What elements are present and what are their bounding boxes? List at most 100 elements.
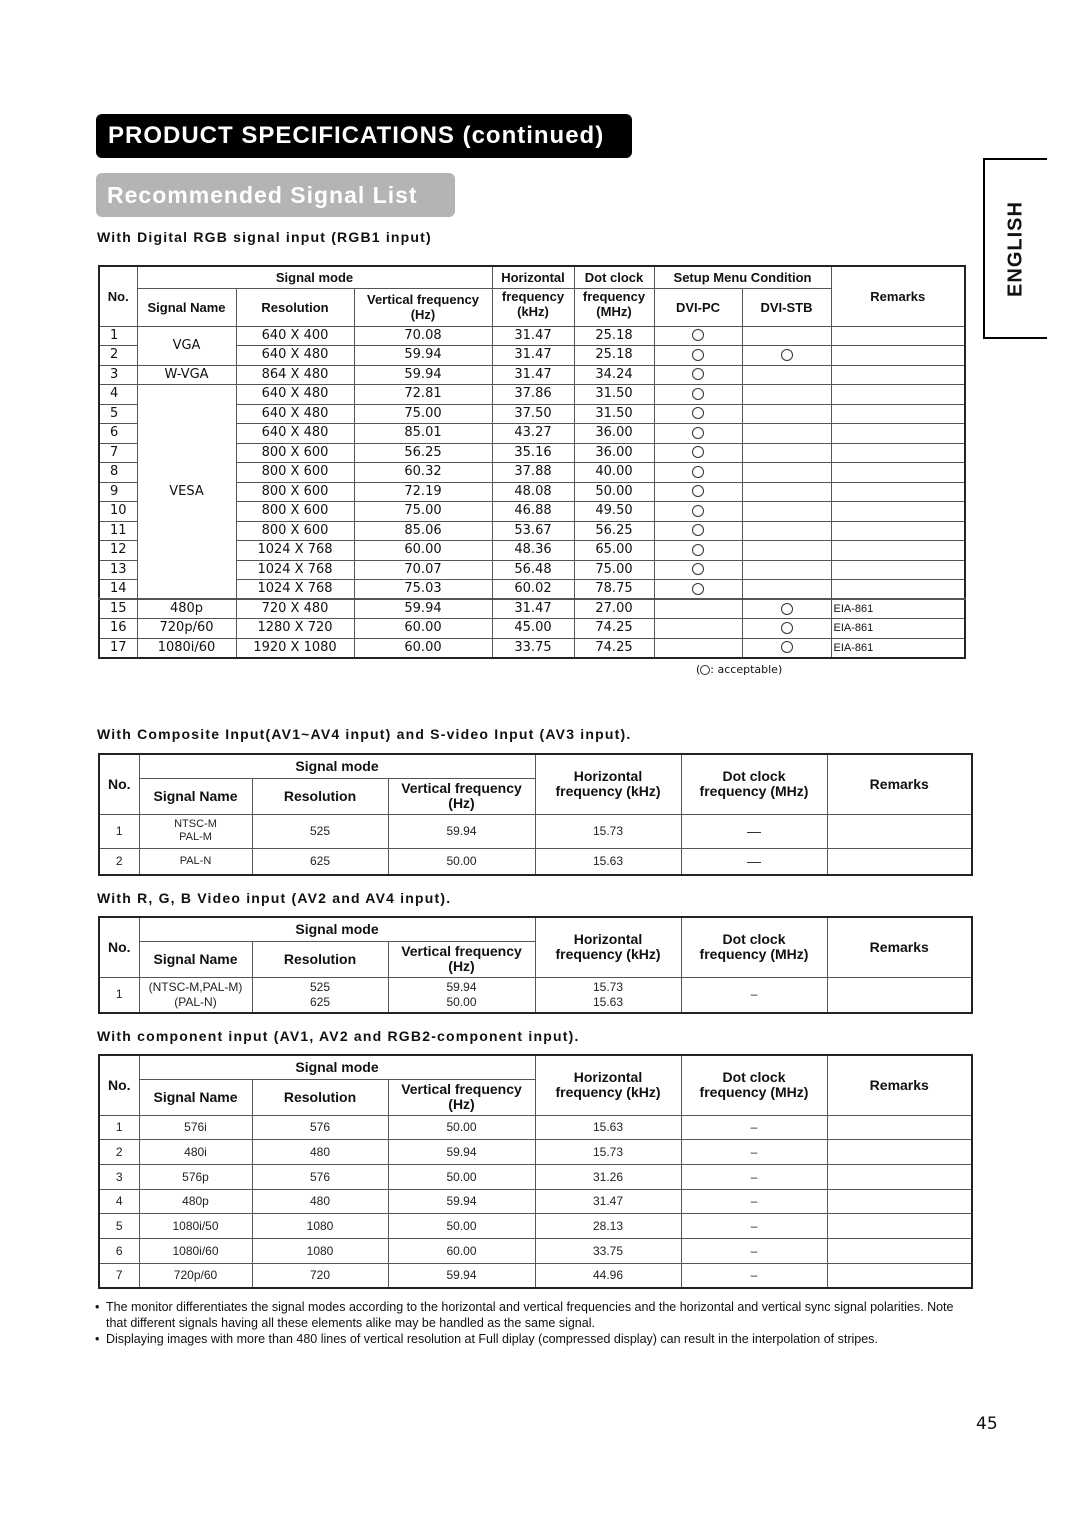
signal-name: 576p: [138, 1163, 253, 1190]
resolution: 800 X 600: [235, 520, 355, 541]
circle-icon: [692, 407, 704, 420]
dvi-stb-cell: [741, 618, 832, 639]
dvi-stb-cell: [741, 579, 832, 600]
col-signal-mode: Signal mode: [138, 753, 536, 779]
vertical-frequency: 72.19: [353, 481, 493, 502]
dot-clock: 36.00: [573, 442, 655, 463]
col-vfreq-unit: (Hz): [448, 795, 475, 811]
dvi-pc-cell: [653, 442, 743, 463]
col-vfreq: Vertical frequency (Hz): [353, 287, 493, 327]
section-title: Recommended Signal List: [96, 173, 455, 217]
resolution: 640 X 480: [235, 403, 355, 424]
table-row: 1 576i 576 50.00 15.63–: [98, 1114, 973, 1141]
vertical-frequency: 59.94: [387, 1139, 536, 1165]
legend-text: : acceptable): [710, 663, 783, 676]
col-hfreq: Horizontal frequency (kHz): [534, 916, 682, 978]
remarks: [830, 345, 966, 366]
horizontal-frequency: 56.48: [491, 559, 575, 580]
remarks: EIA-861: [830, 637, 966, 658]
dot-clock: —: [680, 847, 828, 876]
dvi-stb-cell: [741, 540, 832, 561]
note-item: Displaying images with more than 480 lin…: [95, 1331, 975, 1347]
remarks: [830, 423, 966, 444]
dot-clock: –: [680, 1237, 828, 1264]
table-row: 16 720p/60 1280 X 720 60.00 45.00 74.25 EIA-86…: [98, 618, 966, 639]
dvi-pc-cell: [653, 325, 743, 346]
vertical-frequency: 85.06: [353, 520, 493, 541]
dot-clock: –: [680, 1139, 828, 1165]
vertical-frequency: 72.81: [353, 384, 493, 405]
dvi-stb-cell: [741, 442, 832, 463]
circle-icon: [780, 348, 793, 361]
signal-name: 576i: [138, 1114, 253, 1141]
row-number: 5: [98, 403, 138, 424]
circle-icon: [692, 543, 704, 556]
dot-clock: –: [680, 976, 828, 1014]
circle-icon: [692, 465, 704, 478]
vertical-frequency: 50.00: [387, 847, 536, 876]
remarks: [826, 1188, 973, 1215]
vertical-frequency: 75.00: [353, 501, 493, 522]
dot-clock: –: [680, 1163, 828, 1190]
signal-name: 1080i/50: [138, 1213, 253, 1239]
row-number: 4: [98, 1188, 140, 1215]
dot-clock: 40.00: [573, 462, 655, 483]
col-vfreq: Vertical frequency (Hz): [387, 777, 536, 815]
circle-icon: [692, 504, 704, 517]
remarks: [830, 520, 966, 541]
remarks: [826, 847, 973, 876]
vertical-frequency: 50.00: [387, 1114, 536, 1141]
col-hfreq: Horizontal frequency (kHz): [534, 1054, 682, 1116]
col-dot-label: frequency: [582, 288, 646, 304]
dot-clock: 65.00: [573, 540, 655, 561]
dvi-pc-cell: [653, 481, 743, 502]
composite-heading: With Composite Input(AV1~AV4 input) and …: [97, 726, 632, 742]
col-signal-mode: Signal mode: [138, 1054, 536, 1080]
remarks: EIA-861: [830, 618, 966, 639]
circle-icon: [692, 426, 704, 439]
vertical-frequency-line: 50.00: [446, 994, 477, 1009]
row-number: 10: [98, 501, 138, 522]
resolution: 525 625: [251, 976, 389, 1014]
col-dot-label: Dot clock: [722, 931, 786, 948]
col-resolution: Resolution: [251, 940, 389, 978]
rgb-video-table: No. Signal mode Horizontal frequency (kHz) D…: [98, 916, 973, 1014]
vertical-frequency: 59.94: [353, 598, 493, 619]
col-vfreq: Vertical frequency (Hz): [387, 1078, 536, 1116]
vertical-frequency: 70.08: [353, 325, 493, 346]
horizontal-frequency: 31.26: [534, 1163, 682, 1190]
resolution: 1280 X 720: [235, 618, 355, 639]
vertical-frequency: 75.03: [353, 579, 493, 600]
vertical-frequency: 59.94 50.00: [387, 976, 536, 1014]
dot-clock: –: [680, 1188, 828, 1215]
col-dot: Dot clock frequency (MHz): [680, 753, 828, 815]
row-number: 6: [98, 423, 138, 444]
dot-clock: 25.18: [573, 325, 655, 346]
digital-rgb-table: No. Signal mode Horizontal Dot clock Set…: [98, 265, 966, 659]
resolution: 1024 X 768: [235, 540, 355, 561]
resolution: 800 X 600: [235, 462, 355, 483]
dot-clock: 75.00: [573, 559, 655, 580]
signal-name: (NTSC-M,PAL-M) (PAL-N): [138, 976, 253, 1014]
row-number: 8: [98, 462, 138, 483]
resolution: 640 X 480: [235, 345, 355, 366]
dvi-stb-cell: [741, 637, 832, 658]
row-number: 1: [98, 325, 138, 346]
horizontal-frequency: 15.73: [534, 1139, 682, 1165]
dvi-stb-cell: [741, 520, 832, 541]
remarks: [830, 403, 966, 424]
signal-name: PAL-N: [138, 847, 253, 876]
remarks: [830, 462, 966, 483]
dot-clock: 74.25: [573, 637, 655, 658]
signal-name: W-VGA: [136, 364, 237, 385]
col-remarks: Remarks: [826, 753, 973, 815]
dot-clock: –: [680, 1262, 828, 1289]
vertical-frequency: 50.00: [387, 1213, 536, 1239]
col-vfreq-unit: (Hz): [448, 958, 475, 974]
col-vfreq-label: Vertical frequency: [401, 1081, 522, 1097]
remarks: [826, 1213, 973, 1239]
circle-icon: [700, 665, 711, 675]
table-row: 3 W-VGA 864 X 480 59.94 31.47 34.24: [98, 364, 966, 385]
horizontal-frequency: 35.16: [491, 442, 575, 463]
dot-clock: 27.00: [573, 598, 655, 619]
